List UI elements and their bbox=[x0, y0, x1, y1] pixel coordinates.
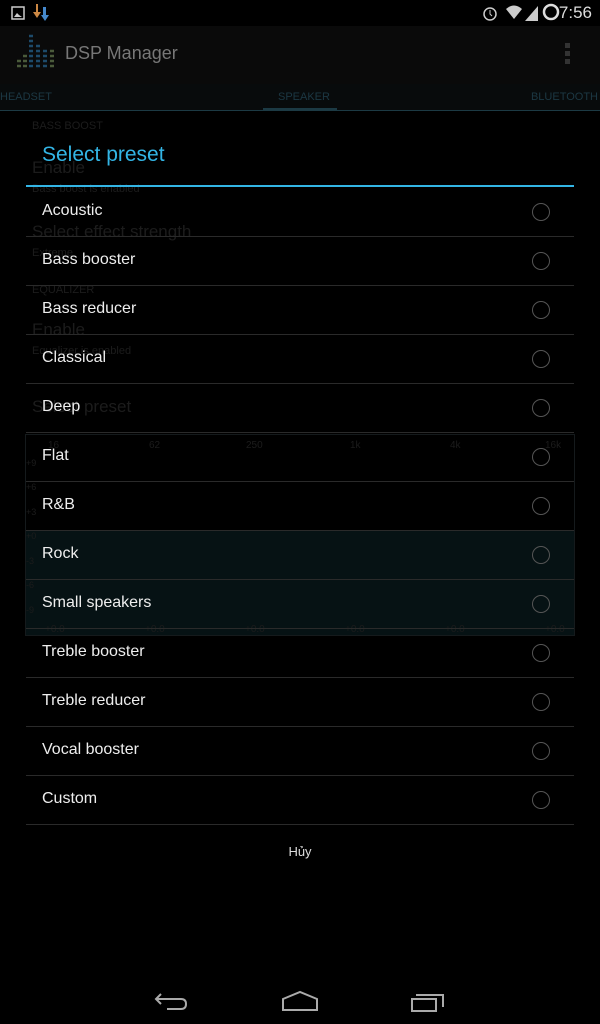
preset-option-label: Rock bbox=[42, 545, 79, 562]
preset-option-label: Treble reducer bbox=[42, 692, 146, 709]
radio-button[interactable] bbox=[532, 742, 550, 760]
preset-option[interactable]: Acoustic bbox=[26, 188, 574, 237]
preset-option[interactable]: Rock bbox=[26, 531, 574, 580]
radio-button[interactable] bbox=[532, 497, 550, 515]
radio-button[interactable] bbox=[532, 693, 550, 711]
back-icon[interactable] bbox=[153, 990, 189, 1014]
tab-indicator bbox=[263, 108, 337, 111]
preset-option-label: Bass booster bbox=[42, 251, 136, 268]
radio-button[interactable] bbox=[532, 595, 550, 613]
preset-option-label: Treble booster bbox=[42, 643, 145, 660]
preset-option[interactable]: R&B bbox=[26, 482, 574, 531]
sync-icon bbox=[542, 3, 560, 21]
preset-option[interactable]: Custom bbox=[26, 776, 574, 825]
status-bar: 7:56 bbox=[0, 0, 600, 26]
radio-button[interactable] bbox=[532, 252, 550, 270]
preset-option-label: Classical bbox=[42, 349, 107, 366]
wifi-signal-icon bbox=[506, 5, 538, 21]
preset-option-label: Bass reducer bbox=[42, 300, 137, 317]
action-bar: DSP Manager bbox=[0, 26, 600, 84]
clock: 7:56 bbox=[558, 3, 592, 22]
overflow-menu-icon[interactable] bbox=[564, 42, 572, 66]
dialog-title: Select preset bbox=[42, 143, 165, 166]
radio-button[interactable] bbox=[532, 644, 550, 662]
alarm-icon bbox=[483, 7, 497, 21]
preset-option-label: R&B bbox=[42, 496, 75, 513]
cancel-button[interactable]: Hủy bbox=[0, 838, 600, 868]
preset-option[interactable]: Bass reducer bbox=[26, 286, 574, 335]
radio-button[interactable] bbox=[532, 399, 550, 417]
equalizer-logo-icon bbox=[17, 34, 54, 68]
preset-option[interactable]: Treble booster bbox=[26, 629, 574, 678]
preset-option[interactable]: Bass booster bbox=[26, 237, 574, 286]
tab-bluetooth[interactable]: BLUETOOTH bbox=[531, 91, 598, 103]
title-divider bbox=[26, 185, 574, 187]
preset-option[interactable]: Flat bbox=[26, 433, 574, 482]
bass-boost-header: BASS BOOST bbox=[32, 120, 103, 132]
app-title: DSP Manager bbox=[65, 43, 178, 63]
image-icon bbox=[11, 6, 25, 20]
preset-option[interactable]: Small speakers bbox=[26, 580, 574, 629]
preset-option-label: Deep bbox=[42, 398, 81, 415]
preset-option-label: Small speakers bbox=[42, 594, 152, 611]
tab-bar: HEADSET SPEAKER BLUETOOTH bbox=[0, 84, 600, 111]
preset-option-label: Custom bbox=[42, 790, 98, 807]
tab-headset[interactable]: HEADSET bbox=[0, 91, 52, 103]
preset-option[interactable]: Deep bbox=[26, 384, 574, 433]
download-icon bbox=[33, 4, 49, 21]
radio-button[interactable] bbox=[532, 350, 550, 368]
preset-option[interactable]: Treble reducer bbox=[26, 678, 574, 727]
preset-option[interactable]: Classical bbox=[26, 335, 574, 384]
home-icon[interactable] bbox=[280, 989, 320, 1013]
radio-button[interactable] bbox=[532, 791, 550, 809]
radio-button[interactable] bbox=[532, 546, 550, 564]
radio-button[interactable] bbox=[532, 301, 550, 319]
preset-option[interactable]: Vocal booster bbox=[26, 727, 574, 776]
preset-option-label: Acoustic bbox=[42, 202, 103, 219]
preset-option-label: Flat bbox=[42, 447, 69, 464]
recents-icon[interactable] bbox=[410, 990, 446, 1014]
radio-button[interactable] bbox=[532, 448, 550, 466]
radio-button[interactable] bbox=[532, 203, 550, 221]
preset-option-label: Vocal booster bbox=[42, 741, 139, 758]
tab-speaker[interactable]: SPEAKER bbox=[278, 91, 330, 103]
